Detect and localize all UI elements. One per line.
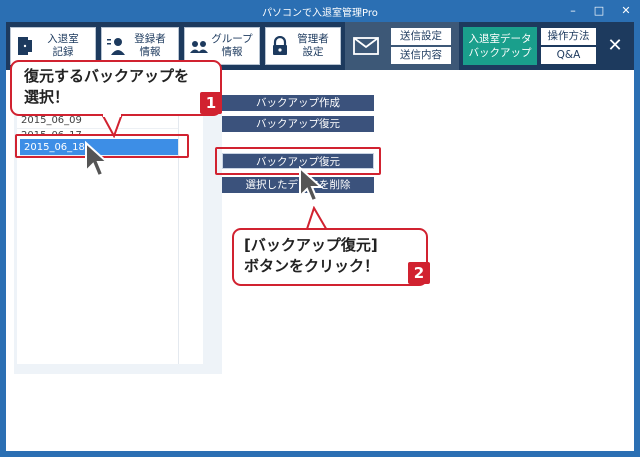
- backup-label-1: 入退室データ: [468, 33, 532, 45]
- lock-icon: [273, 36, 287, 55]
- window-close-button[interactable]: ✕: [612, 0, 640, 22]
- group-label-1: グループ: [211, 33, 253, 45]
- admin-label-1: 管理者: [297, 33, 329, 45]
- window-title: パソコンで入退室管理Pro: [262, 8, 378, 19]
- app-close-button[interactable]: ✕: [602, 34, 628, 58]
- callout-2-line-1: [バックアップ復元]: [244, 236, 378, 254]
- restore-backup-button-top[interactable]: バックアップ復元: [222, 116, 374, 132]
- data-backup-button[interactable]: 入退室データ バックアップ: [463, 27, 537, 65]
- send-content-button[interactable]: 送信内容: [391, 47, 451, 64]
- callout-step-1: 復元するバックアップを 選択！: [10, 60, 222, 116]
- callout-1-line-2: 選択！: [24, 88, 70, 106]
- maximize-button[interactable]: □: [586, 0, 612, 22]
- person-list-icon: [107, 38, 125, 55]
- entry-exit-label-2: 記録: [52, 46, 74, 58]
- envelope-icon: [353, 37, 379, 55]
- callout-1-line-1: 復元するバックアップを: [24, 67, 190, 85]
- door-icon: [18, 37, 32, 55]
- send-settings-button[interactable]: 送信設定: [391, 28, 451, 45]
- create-backup-button[interactable]: バックアップ作成: [222, 95, 374, 111]
- step-number-badge-1: 1: [200, 92, 222, 114]
- step-number-badge-2: 2: [408, 262, 430, 284]
- manual-button[interactable]: 操作方法: [541, 28, 596, 45]
- mail-settings-group: 送信設定 送信内容: [345, 22, 459, 70]
- admin-settings-button[interactable]: 管理者 設定: [265, 27, 341, 65]
- qa-button[interactable]: Q&A: [541, 47, 596, 64]
- callout-2-line-2: ボタンをクリック！: [244, 257, 380, 275]
- backup-label-2: バックアップ: [468, 47, 532, 59]
- registrant-label-2: 情報: [139, 46, 161, 58]
- title-bar: パソコンで入退室管理Pro – □ ✕: [0, 0, 640, 22]
- group-label-2: 情報: [221, 46, 243, 58]
- app-window: パソコンで入退室管理Pro – □ ✕ 入退室 記録 登録者 情報 グループ 情…: [0, 0, 640, 457]
- minimize-button[interactable]: –: [560, 0, 586, 22]
- mouse-pointer-icon: [299, 166, 324, 203]
- registrant-label-1: 登録者: [134, 33, 166, 45]
- admin-label-2: 設定: [302, 46, 324, 58]
- entry-exit-label-1: 入退室: [47, 33, 79, 45]
- mouse-pointer-icon: [85, 141, 110, 178]
- callout-1-pointer: [100, 114, 124, 138]
- callout-step-2: [バックアップ復元] ボタンをクリック！: [232, 228, 428, 286]
- group-icon: [190, 41, 208, 53]
